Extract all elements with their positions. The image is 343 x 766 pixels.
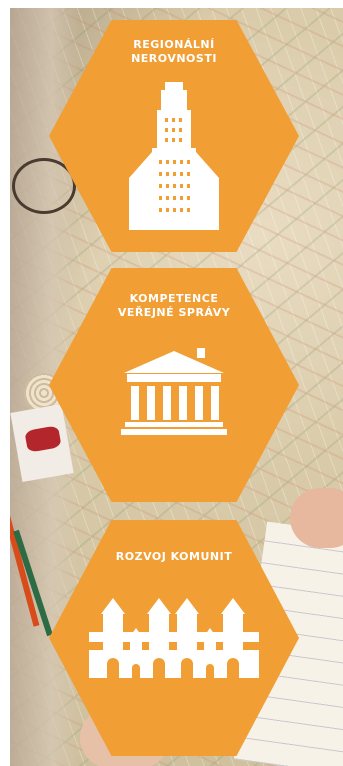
town-skyline-icon xyxy=(89,592,259,682)
hand-right xyxy=(290,488,343,548)
skyscraper-icon xyxy=(119,80,229,230)
government-building-icon xyxy=(119,348,229,438)
